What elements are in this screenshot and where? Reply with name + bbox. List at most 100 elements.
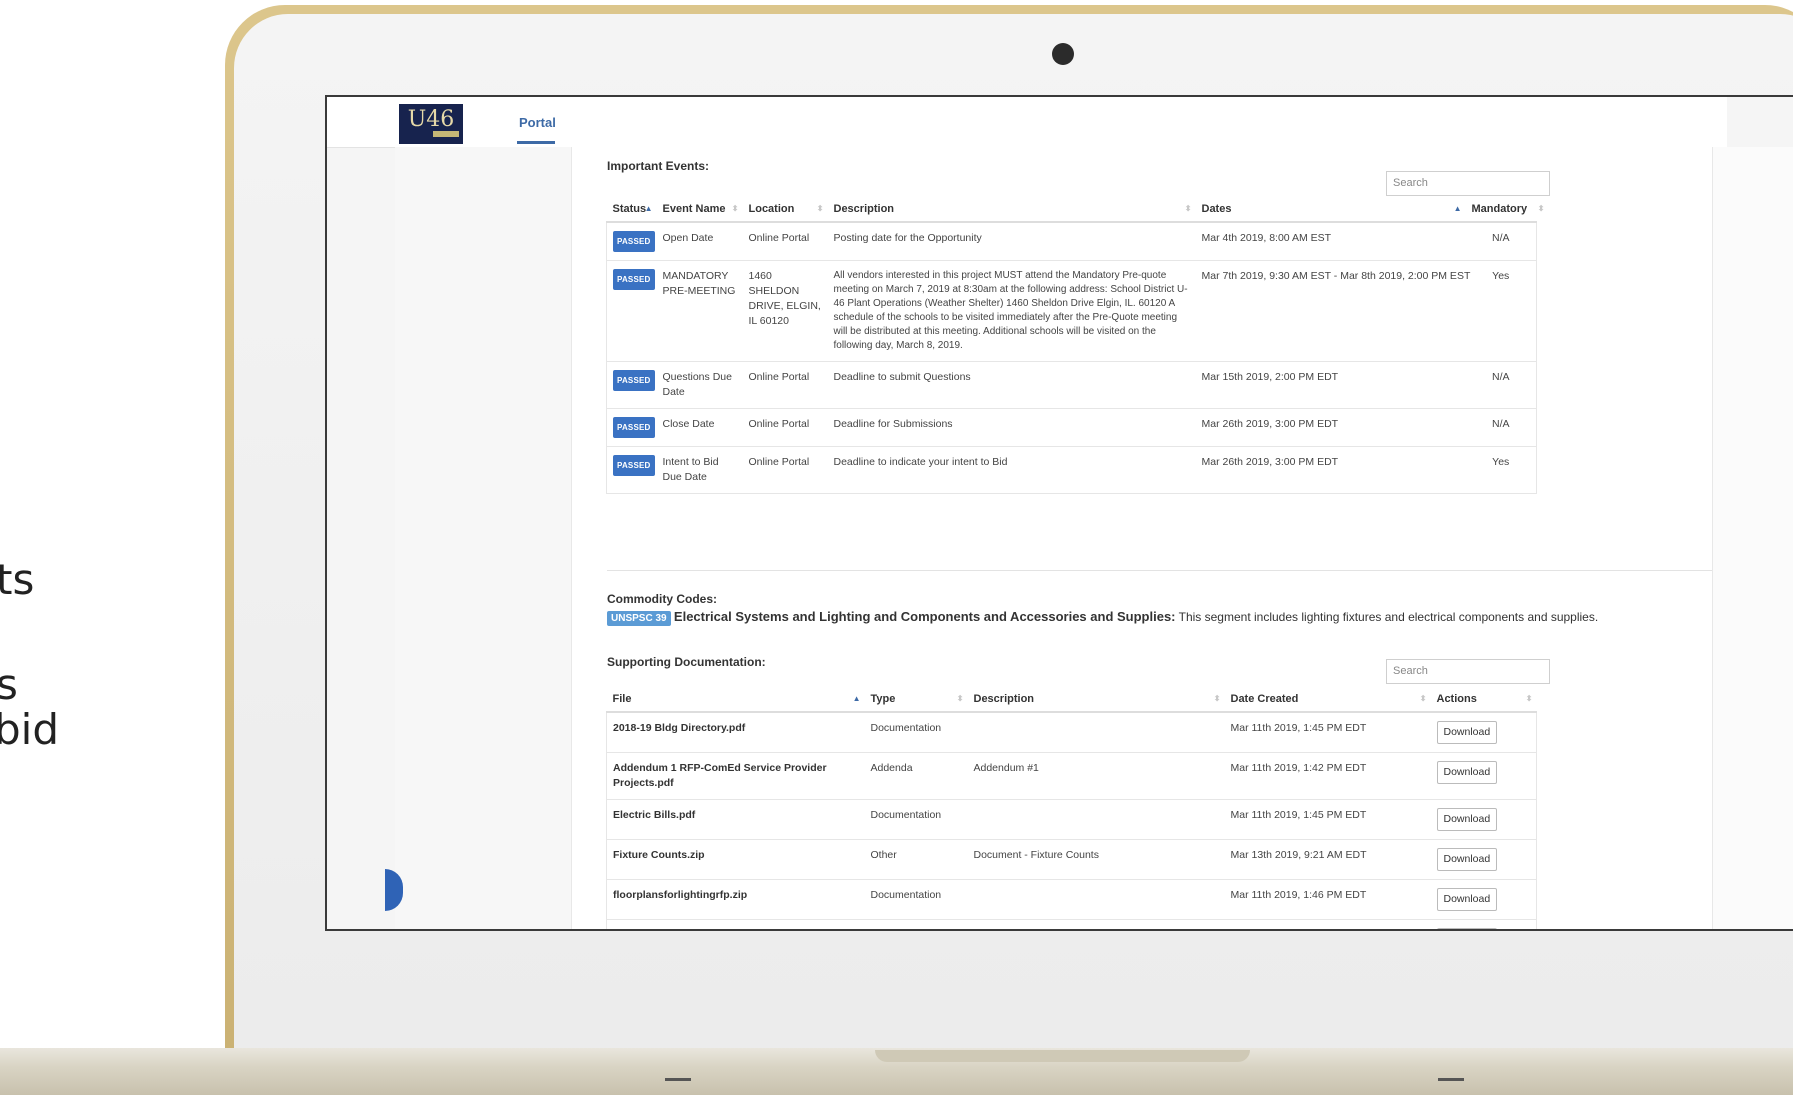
event-description: Deadline for Submissions <box>827 408 1196 447</box>
tab-portal[interactable]: Portal <box>519 115 556 130</box>
commodity-title: Commodity Codes: <box>607 592 718 606</box>
doc-date: Mar 18th 2019, 2:06 PM EDT <box>1224 919 1431 929</box>
doc-date: Mar 13th 2019, 9:21 AM EDT <box>1224 839 1431 880</box>
doc-description: Addendum #1 <box>967 752 1225 800</box>
event-location: Online Portal <box>742 446 828 494</box>
event-location: Online Portal <box>742 408 828 447</box>
table-row: Addendum 1 RFP-ComEd Service Provider Pr… <box>606 752 1537 800</box>
doc-type: Other <box>864 839 968 880</box>
col-header-type[interactable]: Type ⬍ <box>864 687 968 713</box>
sort-icon: ⬍ <box>1213 694 1221 703</box>
laptop-screen: U46 Portal Important Events: Search Stat… <box>325 95 1793 931</box>
col-header-dates[interactable]: Dates ▲ <box>1195 197 1466 223</box>
doc-type: Documentation <box>864 879 968 920</box>
doc-file-name[interactable]: 2018-19 Bldg Directory.pdf <box>606 711 865 753</box>
event-dates: Mar 7th 2019, 9:30 AM EST - Mar 8th 2019… <box>1195 260 1470 362</box>
doc-type: Documentation <box>864 799 968 840</box>
table-row: PASSED MANDATORY PRE-MEETING 1460 SHELDO… <box>606 260 1537 362</box>
doc-description <box>967 799 1225 840</box>
logo-accent <box>433 131 459 137</box>
laptop-foot <box>665 1078 691 1081</box>
webcam-icon <box>1052 43 1074 65</box>
event-description: All vendors interested in this project M… <box>827 260 1196 362</box>
events-title: Important Events: <box>607 159 710 173</box>
event-dates: Mar 26th 2019, 3:00 PM EDT <box>1195 408 1466 447</box>
doc-file-name[interactable]: Fixture Counts.zip <box>606 839 865 880</box>
download-button[interactable]: Download <box>1436 721 1498 744</box>
main-content: Important Events: Search Status ▲ Event N… <box>571 147 1713 929</box>
sort-icon: ⬍ <box>956 694 964 703</box>
col-header-actions[interactable]: Actions ⬍ <box>1430 687 1537 713</box>
event-dates: Mar 15th 2019, 2:00 PM EDT <box>1195 361 1466 409</box>
col-header-mandatory[interactable]: Mandatory ⬍ <box>1465 197 1545 223</box>
doc-type: Other <box>864 919 968 929</box>
event-name: Open Date <box>656 221 743 261</box>
status-badge: PASSED <box>613 417 655 438</box>
events-search-input[interactable]: Search <box>1386 171 1550 196</box>
district-logo[interactable]: U46 <box>399 104 463 144</box>
download-button[interactable]: Download <box>1436 808 1498 831</box>
sort-icon: ⬍ <box>1419 694 1427 703</box>
doc-date: Mar 11th 2019, 1:45 PM EDT <box>1224 711 1431 753</box>
col-header-doc-description[interactable]: Description ⬍ <box>967 687 1225 713</box>
download-button[interactable]: Download <box>1436 761 1498 784</box>
table-row: Fixture Counts.zip Other Document - Fixt… <box>606 839 1537 880</box>
right-gutter <box>1713 147 1793 929</box>
docs-search-input[interactable]: Search <box>1386 659 1550 684</box>
download-button[interactable]: Download <box>1436 888 1498 911</box>
table-row: PASSED Close Date Online Portal Deadline… <box>606 408 1537 447</box>
event-mandatory: Yes <box>1465 446 1537 494</box>
table-row: floorplansforlightingrfp.zip Documentati… <box>606 879 1537 920</box>
event-location: 1460 SHELDON DRIVE, ELGIN, IL 60120 <box>742 260 828 362</box>
event-mandatory: N/A <box>1465 361 1537 409</box>
section-divider <box>607 570 1712 571</box>
col-header-description[interactable]: Description ⬍ <box>827 197 1196 223</box>
doc-date: Mar 11th 2019, 1:45 PM EDT <box>1224 799 1431 840</box>
event-mandatory: Yes <box>1465 260 1537 362</box>
laptop-hinge-groove <box>875 1050 1250 1062</box>
event-description: Posting date for the Opportunity <box>827 221 1196 261</box>
doc-description <box>967 879 1225 920</box>
col-header-file[interactable]: File ▲ <box>606 687 865 713</box>
event-name: MANDATORY PRE-MEETING <box>656 260 743 362</box>
status-badge: PASSED <box>613 370 655 391</box>
col-header-date-created[interactable]: Date Created ⬍ <box>1224 687 1431 713</box>
doc-type: Addenda <box>864 752 968 800</box>
event-location: Online Portal <box>742 221 828 261</box>
commodity-category: Electrical Systems and Lighting and Comp… <box>673 609 1176 624</box>
doc-file-name[interactable]: Addendum 1 RFP-ComEd Service Provider Pr… <box>606 752 865 800</box>
sort-icon: ⬍ <box>1537 204 1545 213</box>
slide-text-line: s <box>0 660 18 709</box>
sidebar <box>395 147 571 929</box>
doc-file-name[interactable]: floorplansforlightingrfp.zip <box>606 879 865 920</box>
docs-title: Supporting Documentation: <box>607 655 766 669</box>
sort-icon: ⬍ <box>1184 204 1192 213</box>
sort-icon: ⬍ <box>1525 694 1533 703</box>
doc-description <box>967 711 1225 753</box>
table-row: Electric Bills.pdf Documentation Mar 11t… <box>606 799 1537 840</box>
col-header-location[interactable]: Location ⬍ <box>742 197 828 223</box>
doc-file-name[interactable]: QA RFP ComEd Service Provider Projects.p… <box>606 919 865 929</box>
events-table: Status ▲ Event Name ⬍ Location ⬍ Descriptio… <box>606 197 1545 494</box>
event-dates: Mar 26th 2019, 3:00 PM EDT <box>1195 446 1466 494</box>
doc-description: Document - Questions & Answers <box>967 919 1225 929</box>
sort-asc-icon: ▲ <box>644 204 653 213</box>
download-button[interactable]: Download <box>1436 928 1498 929</box>
sort-asc-icon: ▲ <box>1453 204 1462 213</box>
tab-portal-underline <box>517 141 555 144</box>
status-badge: PASSED <box>613 231 655 252</box>
col-header-event-name[interactable]: Event Name ⬍ <box>656 197 743 223</box>
doc-date: Mar 11th 2019, 1:42 PM EDT <box>1224 752 1431 800</box>
download-button[interactable]: Download <box>1436 848 1498 871</box>
doc-type: Documentation <box>864 711 968 753</box>
slide-text-line: bid <box>0 705 59 754</box>
event-name: Questions Due Date <box>656 361 743 409</box>
col-header-status[interactable]: Status ▲ <box>606 197 657 223</box>
logo-text: U46 <box>407 107 455 132</box>
event-mandatory: N/A <box>1465 221 1537 261</box>
event-name: Intent to Bid Due Date <box>656 446 743 494</box>
doc-description: Document - Fixture Counts <box>967 839 1225 880</box>
docs-table: File ▲ Type ⬍ Description ⬍ Date Created ⬍ A… <box>606 687 1537 929</box>
table-row: 2018-19 Bldg Directory.pdf Documentation… <box>606 711 1537 753</box>
doc-file-name[interactable]: Electric Bills.pdf <box>606 799 865 840</box>
